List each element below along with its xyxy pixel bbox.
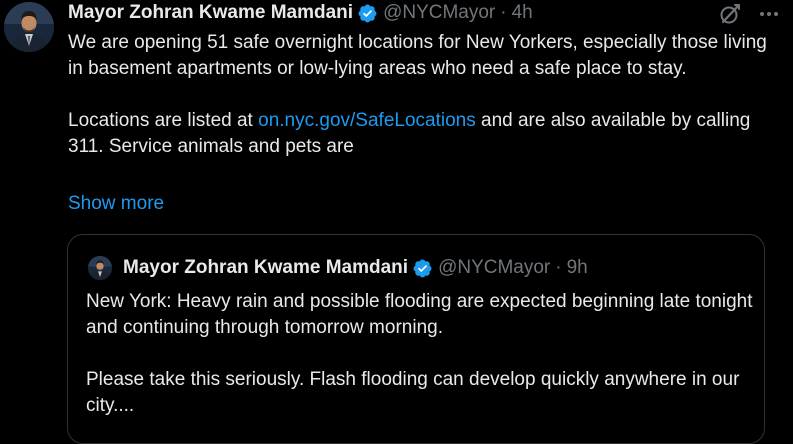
post-paragraph-2: Locations are listed at on.nyc.gov/SafeL… — [68, 108, 778, 160]
quoted-paragraph-2: Please take this seriously. Flash floodi… — [86, 369, 740, 416]
post-paragraph-1: We are opening 51 safe overnight locatio… — [68, 32, 767, 79]
quoted-avatar-image — [88, 256, 112, 280]
post-actions-top — [703, 2, 793, 26]
quoted-author-handle[interactable]: @NYCMayor — [438, 256, 550, 280]
safe-locations-link[interactable]: on.nyc.gov/SafeLocations — [258, 110, 476, 131]
author-name[interactable]: Mayor Zohran Kwame Mamdani — [68, 1, 353, 25]
quoted-avatar[interactable] — [88, 256, 112, 280]
quoted-paragraph-1: New York: Heavy rain and possible floodi… — [86, 291, 753, 338]
quoted-post-body: New York: Heavy rain and possible floodi… — [86, 289, 756, 419]
grok-icon[interactable] — [718, 2, 742, 26]
quoted-post[interactable]: Mayor Zohran Kwame Mamdani @NYCMayor · 9… — [67, 234, 765, 444]
post[interactable]: Mayor Zohran Kwame Mamdani @NYCMayor · 4… — [0, 0, 793, 444]
quoted-separator-dot: · — [555, 257, 562, 278]
quoted-author-name[interactable]: Mayor Zohran Kwame Mamdani — [123, 256, 408, 280]
quoted-post-header: Mayor Zohran Kwame Mamdani @NYCMayor · 9… — [123, 256, 588, 280]
show-more-link[interactable]: Show more — [68, 191, 164, 217]
more-options-icon[interactable] — [756, 2, 782, 26]
post-paragraph-2-prefix: Locations are listed at — [68, 110, 259, 131]
separator-dot: · — [500, 2, 507, 23]
post-timestamp[interactable]: 4h — [512, 1, 533, 25]
post-body: We are opening 51 safe overnight locatio… — [68, 30, 778, 160]
avatar-image — [4, 2, 54, 52]
author-handle[interactable]: @NYCMayor — [383, 1, 495, 25]
post-header: Mayor Zohran Kwame Mamdani @NYCMayor · 4… — [68, 1, 533, 25]
quoted-verified-badge-icon[interactable] — [412, 258, 433, 279]
verified-badge-icon[interactable] — [357, 3, 378, 24]
avatar[interactable] — [4, 2, 54, 52]
quoted-post-timestamp[interactable]: 9h — [567, 256, 588, 280]
